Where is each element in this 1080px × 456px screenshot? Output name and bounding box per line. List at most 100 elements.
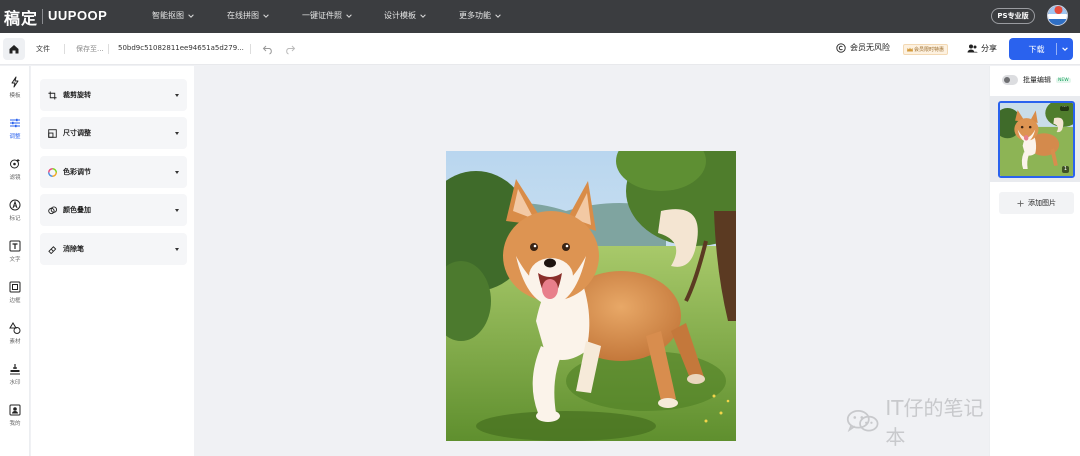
undo-icon[interactable] — [262, 43, 274, 55]
tool-label: 颜色叠加 — [63, 206, 91, 214]
add-image-button[interactable]: 添加图片 — [999, 192, 1074, 214]
eraser-icon — [48, 245, 57, 254]
watermark-text: IT仔的笔记本 — [885, 396, 984, 449]
nav-label: 在线拼图 — [227, 11, 259, 20]
tool-resize[interactable]: 尺寸调整 — [40, 117, 187, 149]
toolbar-divider — [250, 44, 251, 54]
rail-item-text[interactable]: 文字 — [0, 240, 30, 274]
caret-down-icon — [175, 131, 179, 135]
mark-icon — [9, 199, 21, 211]
overlay-icon — [48, 205, 57, 214]
nav-label: 设计模板 — [384, 11, 416, 20]
avatar-image — [1048, 6, 1067, 25]
tool-color-overlay[interactable]: 颜色叠加 — [40, 194, 187, 226]
rail-label: 水印 — [9, 380, 21, 386]
crown-icon — [907, 47, 913, 52]
tool-label: 尺寸调整 — [63, 129, 91, 137]
adjust-icon — [10, 118, 20, 128]
copyright-icon — [836, 42, 846, 53]
rail-label: 文字 — [9, 257, 21, 263]
risk-label: 会员无风险 — [850, 43, 890, 52]
home-icon — [9, 45, 19, 54]
thumbnail-list: ··· 1 — [990, 96, 1080, 182]
image-thumbnail[interactable]: ··· 1 — [998, 101, 1075, 178]
tool-eraser[interactable]: 消除笔 — [40, 233, 187, 265]
caret-down-icon — [175, 93, 179, 97]
caret-down-icon — [175, 208, 179, 212]
ps-pro-button[interactable]: PS专业版 — [991, 8, 1035, 24]
border-icon — [9, 281, 21, 293]
rail-label: 边框 — [9, 298, 21, 304]
home-button[interactable] — [3, 38, 25, 60]
nav-design-template[interactable]: 设计模板 — [384, 10, 427, 21]
chevron-down-icon — [420, 13, 426, 18]
top-navbar: 稿定 UUPOOP 智能抠图 在线拼图 一键证件照 设计模板 更多功能 PS专业… — [0, 0, 1080, 33]
rail-item-material[interactable]: 素材 — [0, 322, 30, 356]
batch-edit-label: 批量编辑 — [1023, 76, 1051, 84]
toolbar-divider — [64, 44, 65, 54]
member-no-risk[interactable]: 会员无风险 — [836, 42, 890, 53]
nav-more-features[interactable]: 更多功能 — [459, 10, 502, 21]
nav-smart-cutout[interactable]: 智能抠图 — [152, 10, 195, 21]
avatar[interactable] — [1047, 5, 1068, 26]
material-icon — [9, 322, 21, 334]
nav-label: 一键证件照 — [302, 11, 342, 20]
chevron-down-icon — [263, 13, 269, 18]
template-icon — [11, 76, 19, 88]
thumbnail-index: 1 — [1062, 166, 1069, 173]
chevron-down-icon — [188, 13, 194, 18]
file-menu[interactable]: 文件 — [36, 44, 50, 54]
wechat-logo-icon — [846, 410, 879, 433]
color-wheel-icon — [48, 167, 57, 177]
rail-item-border[interactable]: 边框 — [0, 281, 30, 315]
users-icon — [967, 44, 978, 53]
mine-icon — [9, 404, 21, 416]
editor-canvas[interactable]: IT仔的笔记本 — [194, 66, 989, 456]
caret-down-icon — [175, 247, 179, 251]
text-icon — [9, 240, 21, 252]
right-panel: 批量编辑 NEW ··· 1 添加图片 — [989, 66, 1080, 456]
download-label: 下载 — [1028, 44, 1045, 54]
rail-item-adjust[interactable]: 调整 — [0, 117, 30, 151]
nav-label: 智能抠图 — [152, 11, 184, 20]
rail-item-mark[interactable]: 标记 — [0, 199, 30, 233]
vip-promo-badge[interactable]: 会员限时特惠 — [903, 44, 949, 55]
save-to-button[interactable]: 保存至... — [76, 44, 104, 54]
rail-item-watermark[interactable]: 水印 — [0, 363, 30, 397]
editor-toolbar: 文件 保存至... 50bd9c51082811ee94651a5d279...… — [0, 33, 1080, 65]
caret-down-icon — [175, 170, 179, 174]
nav-online-collage[interactable]: 在线拼图 — [227, 10, 270, 21]
brand-logo-en[interactable]: UUPOOP — [48, 8, 107, 23]
watermark-icon — [10, 364, 20, 375]
dog-photo[interactable] — [446, 151, 736, 441]
rail-label: 模板 — [9, 93, 21, 99]
brand-logo-cn[interactable]: 稿定 — [4, 5, 38, 29]
batch-edit-toggle[interactable] — [1002, 75, 1018, 85]
crop-icon — [48, 90, 57, 100]
nav-id-photo[interactable]: 一键证件照 — [302, 10, 353, 21]
rail-item-mine[interactable]: 我的 — [0, 404, 30, 438]
rail-label: 滤镜 — [9, 175, 21, 181]
batch-edit: 批量编辑 NEW — [1002, 75, 1071, 85]
tool-label: 裁剪旋转 — [63, 91, 91, 99]
new-tag-badge: NEW — [1056, 77, 1071, 83]
download-options-toggle[interactable] — [1057, 45, 1073, 53]
share-button[interactable]: 分享 — [967, 43, 997, 54]
redo-icon[interactable] — [284, 43, 296, 55]
rail-item-template[interactable]: 模板 — [0, 76, 30, 110]
logo-divider — [42, 9, 43, 24]
tool-crop-rotate[interactable]: 裁剪旋转 — [40, 79, 187, 111]
share-label: 分享 — [981, 44, 997, 53]
chevron-down-icon — [1062, 47, 1068, 51]
plus-icon — [1017, 199, 1024, 207]
tool-color-adjust[interactable]: 色彩调节 — [40, 156, 187, 188]
filename-label[interactable]: 50bd9c51082811ee94651a5d279... — [118, 44, 244, 52]
adjust-panel: 裁剪旋转 尺寸调整 色彩调节 颜色叠加 消除笔 — [31, 66, 194, 456]
filter-icon — [10, 159, 20, 169]
rail-item-filter[interactable]: 滤镜 — [0, 158, 30, 192]
add-image-label: 添加图片 — [1028, 199, 1056, 207]
vip-badge-label: 会员限时特惠 — [914, 47, 945, 53]
download-button[interactable]: 下载 — [1009, 38, 1073, 60]
resize-icon — [48, 128, 57, 138]
more-options-icon[interactable]: ··· — [1060, 105, 1069, 111]
